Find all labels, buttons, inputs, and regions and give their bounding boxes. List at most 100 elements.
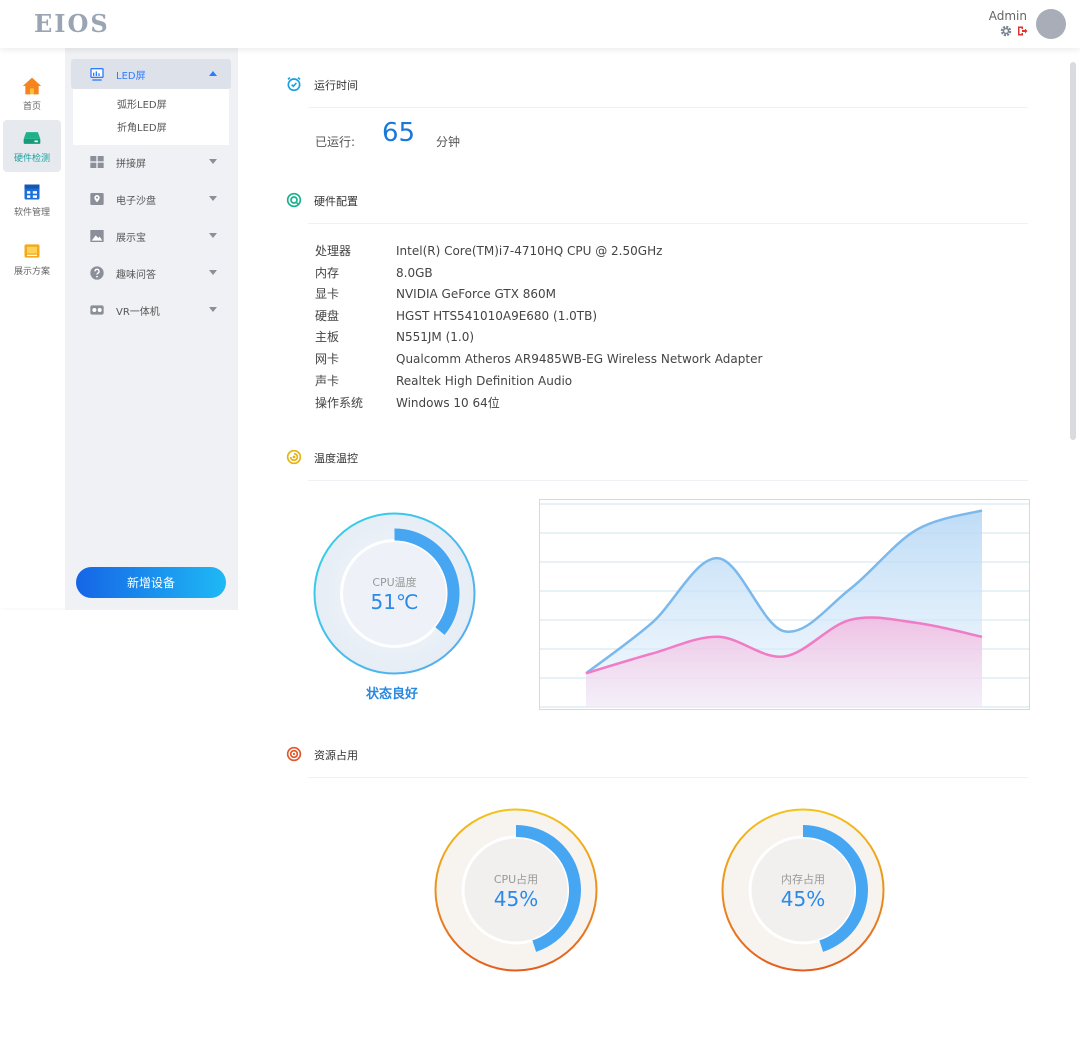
hardware-title: 硬件配置 bbox=[314, 195, 358, 208]
divider bbox=[308, 480, 1028, 481]
gauge-value: 51℃ bbox=[370, 590, 419, 614]
gauge-label: CPU占用 bbox=[493, 873, 539, 886]
spec-row: 网卡 Qualcomm Atheros AR9485WB-EG Wireless … bbox=[315, 350, 762, 367]
sidebar-item-showcase[interactable]: 展示宝 bbox=[71, 221, 231, 251]
temperature-status: 状态良好 bbox=[366, 687, 419, 702]
temperature-chart-svg bbox=[540, 503, 1029, 708]
sidebar-item-label: VR一体机 bbox=[116, 307, 160, 318]
nav-label-hardware: 硬件检测 bbox=[13, 154, 50, 164]
chevron-down-icon bbox=[209, 196, 217, 201]
spec-row: 内存 8.0GB bbox=[315, 264, 433, 281]
logout-icon[interactable] bbox=[1016, 25, 1028, 37]
nav-item-home[interactable]: 首页 bbox=[3, 68, 61, 120]
divider bbox=[308, 777, 1028, 778]
spec-key: 声卡 bbox=[315, 374, 340, 388]
temperature-title: 温度温控 bbox=[314, 452, 358, 465]
sidebar-item-label: 电子沙盘 bbox=[116, 196, 156, 207]
spec-row: 处理器 Intel(R) Core(TM)i7-4710HQ CPU @ 2.50… bbox=[315, 242, 662, 259]
cpu-temperature-gauge: CPU温度 51℃ bbox=[313, 512, 476, 675]
spec-value: Qualcomm Atheros AR9485WB-EG Wireless Ne… bbox=[396, 352, 763, 366]
avatar[interactable] bbox=[1036, 9, 1066, 39]
spec-key: 处理器 bbox=[315, 244, 352, 258]
hardware-config-icon bbox=[286, 192, 302, 208]
chevron-up-icon bbox=[209, 71, 217, 76]
runtime-value: 65 bbox=[382, 118, 416, 148]
app-logo[interactable]: EIOS bbox=[34, 9, 110, 38]
resources-title: 资源占用 bbox=[314, 749, 358, 762]
nav-item-hardware[interactable]: 硬件检测 bbox=[3, 120, 61, 172]
user-actions bbox=[1000, 25, 1028, 37]
sidebar-item-label: 拼接屏 bbox=[116, 159, 146, 170]
gauge-value: 45% bbox=[780, 887, 826, 911]
device-sidebar: LED屏 弧形LED屏 折角LED屏 拼接屏 电子沙盘 展示宝 趣味问答 VR一… bbox=[65, 48, 238, 610]
image-icon bbox=[90, 230, 104, 242]
nav-label-software: 软件管理 bbox=[13, 208, 50, 218]
grid-icon bbox=[90, 156, 104, 168]
spec-value: Windows 10 64位 bbox=[396, 396, 500, 410]
vr-headset-icon bbox=[90, 305, 104, 315]
alarm-clock-icon bbox=[287, 77, 301, 92]
gear-icon[interactable] bbox=[1000, 25, 1012, 37]
sidebar-item-sand-table[interactable]: 电子沙盘 bbox=[71, 184, 231, 214]
gauge-label: 内存占用 bbox=[781, 873, 825, 886]
spec-key: 网卡 bbox=[315, 352, 340, 366]
spec-row: 显卡 NVIDIA GeForce GTX 860M bbox=[315, 285, 556, 302]
spec-value: Intel(R) Core(TM)i7-4710HQ CPU @ 2.50GHz bbox=[396, 244, 663, 258]
spec-value: NVIDIA GeForce GTX 860M bbox=[396, 287, 556, 301]
runtime-unit: 分钟 bbox=[436, 135, 461, 149]
nav-item-software[interactable]: 软件管理 bbox=[3, 174, 61, 226]
nav-label-display-plan: 展示方案 bbox=[13, 267, 50, 277]
spec-key: 内存 bbox=[315, 266, 340, 280]
sidebar-item-vr[interactable]: VR一体机 bbox=[71, 295, 231, 325]
spec-key: 主板 bbox=[315, 330, 340, 344]
nav-item-display-plan[interactable]: 展示方案 bbox=[3, 233, 61, 285]
divider bbox=[308, 223, 1028, 224]
display-plan-icon bbox=[24, 244, 40, 258]
spec-value: HGST HTS541010A9E680 (1.0TB) bbox=[396, 309, 598, 323]
led-submenu: 弧形LED屏 折角LED屏 bbox=[73, 89, 229, 145]
sidebar-item-led[interactable]: LED屏 bbox=[71, 59, 231, 89]
gauge-label: CPU温度 bbox=[372, 576, 417, 589]
spec-key: 显卡 bbox=[315, 287, 340, 301]
home-icon bbox=[22, 77, 42, 95]
thermometer-icon bbox=[286, 449, 302, 465]
scrollbar[interactable] bbox=[1070, 62, 1076, 440]
spec-row: 操作系统 Windows 10 64位 bbox=[315, 394, 500, 411]
software-icon bbox=[24, 184, 40, 200]
spec-row: 主板 N551JM (1.0) bbox=[315, 328, 474, 345]
submenu-item-curved-led[interactable]: 弧形LED屏 bbox=[73, 94, 229, 117]
spec-value: 8.0GB bbox=[396, 266, 433, 280]
chevron-down-icon bbox=[209, 159, 217, 164]
spec-key: 操作系统 bbox=[315, 396, 364, 410]
map-icon bbox=[90, 193, 104, 205]
spec-row: 声卡 Realtek High Definition Audio bbox=[315, 372, 572, 389]
runtime-label: 已运行: bbox=[315, 135, 356, 149]
led-screen-icon bbox=[90, 68, 104, 81]
divider bbox=[308, 107, 1028, 108]
sidebar-item-quiz[interactable]: 趣味问答 bbox=[71, 258, 231, 288]
runtime-title: 运行时间 bbox=[314, 79, 358, 92]
add-device-button[interactable]: 新增设备 bbox=[76, 567, 226, 598]
chevron-down-icon bbox=[209, 233, 217, 238]
sidebar-item-label: 展示宝 bbox=[116, 233, 146, 244]
nav-label-home: 首页 bbox=[22, 102, 41, 112]
sidebar-item-label: 趣味问答 bbox=[116, 270, 156, 281]
temperature-chart bbox=[539, 499, 1030, 710]
hardware-icon bbox=[23, 132, 41, 144]
primary-nav: 首页 硬件检测 软件管理 展示方案 bbox=[0, 48, 65, 608]
spec-row: 硬盘 HGST HTS541010A9E680 (1.0TB) bbox=[315, 307, 597, 324]
submenu-item-folded-led[interactable]: 折角LED屏 bbox=[73, 117, 229, 140]
sidebar-item-splicing-screen[interactable]: 拼接屏 bbox=[71, 147, 231, 177]
top-bar: EIOS Admin bbox=[0, 0, 1080, 48]
sidebar-item-label: LED屏 bbox=[116, 71, 146, 82]
user-name: Admin bbox=[988, 9, 1027, 23]
question-icon bbox=[90, 266, 104, 280]
spec-value: Realtek High Definition Audio bbox=[396, 374, 573, 388]
chevron-down-icon bbox=[209, 307, 217, 312]
memory-usage-gauge: 内存占用 45% bbox=[721, 808, 885, 972]
spec-key: 硬盘 bbox=[315, 309, 340, 323]
target-icon bbox=[286, 746, 302, 762]
spec-value: N551JM (1.0) bbox=[396, 330, 475, 344]
gauge-value: 45% bbox=[493, 887, 539, 911]
cpu-usage-gauge: CPU占用 45% bbox=[434, 808, 598, 972]
